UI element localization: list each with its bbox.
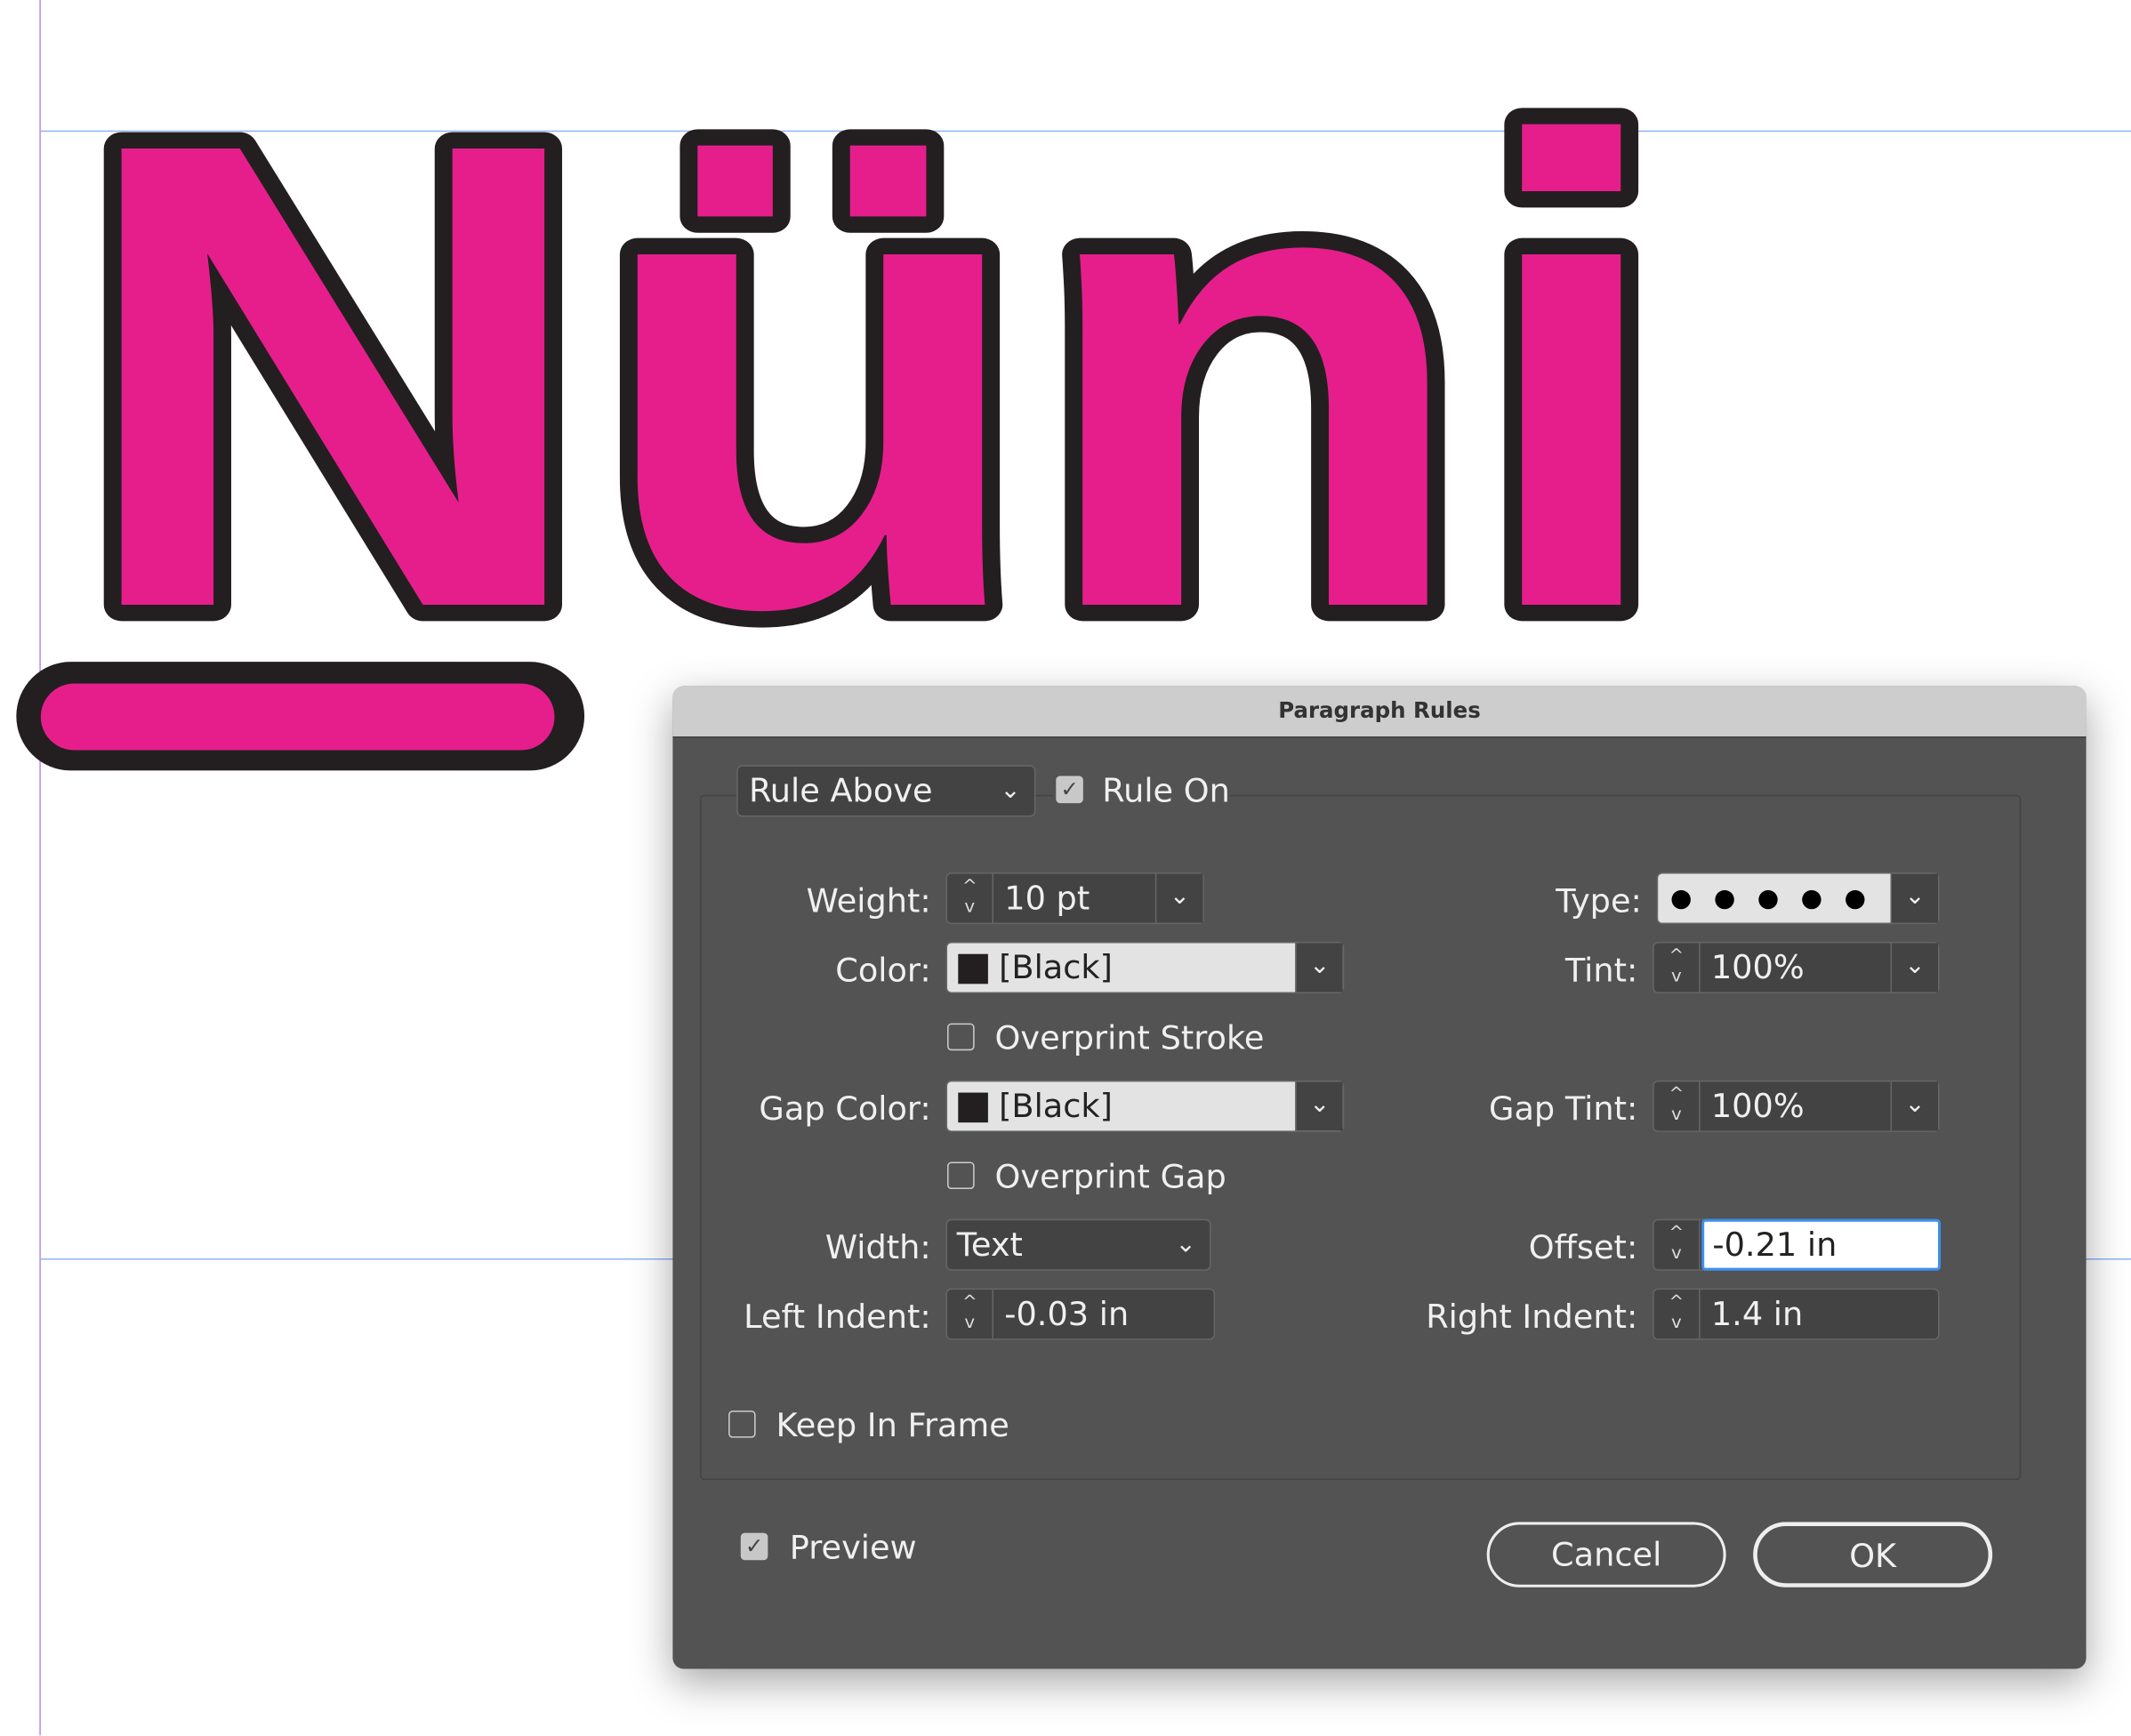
checkmark-icon: ✓ (1056, 776, 1083, 804)
artwork-text: Nüni (74, 5, 1672, 746)
gap-color-value: [Black] (999, 1087, 1113, 1126)
gap-color-select[interactable]: [Black] ⌄ (945, 1080, 1345, 1132)
checkbox-box (947, 1023, 975, 1051)
chevron-down-icon: ⌄ (1175, 1229, 1196, 1258)
chevron-down-icon[interactable]: ⌄ (1295, 1081, 1343, 1131)
stepper-icon[interactable]: ^ v (947, 1290, 994, 1339)
overprint-stroke-label: Overprint Stroke (994, 1019, 1265, 1057)
color-select[interactable]: [Black] ⌄ (945, 941, 1345, 994)
checkmark-icon: ✓ (740, 1532, 768, 1561)
preview-checkbox[interactable]: ✓ Preview (740, 1521, 958, 1575)
weight-field[interactable]: ^ v 10 pt ⌄ (945, 872, 1204, 925)
weight-value: 10 pt (1004, 879, 1090, 918)
rule-on-checkbox[interactable]: ✓ Rule On (1053, 763, 1230, 818)
paragraph-rules-dialog: Paragraph Rules Rule Above ⌄ ✓ Rule On W… (672, 686, 2087, 1669)
offset-label: Offset: (1528, 1228, 1638, 1267)
gap-tint-field[interactable]: ^ v 100% ⌄ (1653, 1080, 1940, 1132)
width-select[interactable]: Text ⌄ (945, 1218, 1211, 1271)
dotted-line-preview (1671, 880, 1889, 918)
rule-on-label: Rule On (1102, 771, 1230, 810)
color-swatch (958, 953, 988, 985)
chevron-down-icon[interactable]: ⌄ (1295, 943, 1343, 993)
gap-tint-value: 100% (1710, 1087, 1805, 1126)
width-value: Text (956, 1226, 1023, 1265)
ok-button[interactable]: OK (1753, 1522, 1993, 1587)
offset-input[interactable]: -0.21 in (1701, 1218, 1942, 1271)
stepper-icon[interactable]: ^ v (1654, 1290, 1701, 1339)
gap-color-swatch (958, 1092, 988, 1123)
rule-type-select[interactable]: Rule Above ⌄ (736, 765, 1036, 817)
right-indent-value: 1.4 in (1710, 1295, 1804, 1334)
tint-field[interactable]: ^ v 100% ⌄ (1653, 941, 1940, 994)
weight-label: Weight: (806, 881, 931, 920)
offset-field[interactable]: ^ v -0.21 in (1653, 1218, 1942, 1271)
stepper-icon[interactable]: ^ v (1654, 1081, 1701, 1131)
chevron-down-icon[interactable]: ⌄ (1154, 873, 1203, 923)
stepper-icon[interactable]: ^ v (947, 873, 994, 923)
color-value: [Black] (999, 948, 1113, 987)
gap-tint-label: Gap Tint: (1489, 1089, 1638, 1129)
type-select[interactable]: ⌄ (1656, 872, 1940, 925)
cancel-button[interactable]: Cancel (1486, 1522, 1726, 1587)
color-label: Color: (835, 951, 931, 990)
chevron-down-icon[interactable]: ⌄ (1890, 943, 1939, 993)
keep-in-frame-label: Keep In Frame (776, 1406, 1009, 1445)
rule-select-value: Rule Above (748, 771, 933, 810)
right-indent-label: Right Indent: (1426, 1298, 1638, 1337)
width-label: Width: (824, 1228, 931, 1267)
tint-value: 100% (1710, 948, 1805, 987)
dialog-title: Paragraph Rules (672, 686, 2087, 738)
left-indent-field[interactable]: ^ v -0.03 in (945, 1288, 1216, 1340)
keep-in-frame-checkbox[interactable]: Keep In Frame (728, 1398, 1027, 1452)
chevron-down-icon[interactable]: ⌄ (1890, 873, 1939, 923)
overprint-gap-label: Overprint Gap (994, 1157, 1226, 1196)
preview-label: Preview (789, 1529, 917, 1567)
type-label: Type: (1556, 881, 1642, 920)
checkbox-box (728, 1410, 756, 1438)
left-indent-label: Left Indent: (744, 1298, 931, 1337)
left-indent-value: -0.03 in (1004, 1295, 1130, 1334)
chevron-down-icon[interactable]: ⌄ (1890, 1081, 1939, 1131)
right-indent-field[interactable]: ^ v 1.4 in (1653, 1288, 1940, 1340)
tint-label: Tint: (1564, 951, 1638, 990)
overprint-gap-checkbox[interactable]: Overprint Gap (947, 1150, 1300, 1204)
gap-color-label: Gap Color: (759, 1089, 931, 1129)
chevron-down-icon: ⌄ (1000, 776, 1021, 805)
overprint-stroke-checkbox[interactable]: Overprint Stroke (947, 1011, 1300, 1065)
paragraph-rule-fill (40, 683, 555, 751)
checkbox-box (947, 1161, 975, 1190)
stepper-icon[interactable]: ^ v (1654, 1220, 1701, 1270)
stepper-icon[interactable]: ^ v (1654, 943, 1701, 993)
